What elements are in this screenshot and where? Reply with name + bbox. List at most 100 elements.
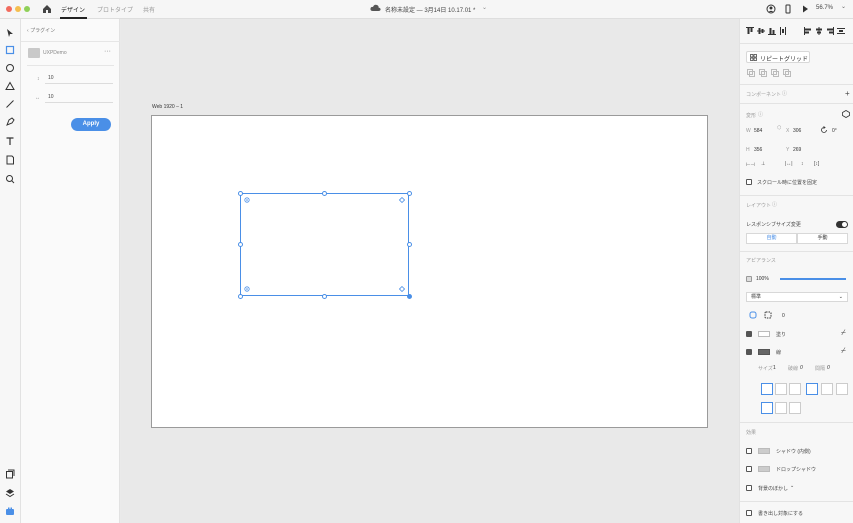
corner-radius-individual-icon[interactable] xyxy=(764,311,772,319)
line-tool-icon[interactable] xyxy=(5,99,15,109)
corner-radius-handle-icon[interactable] xyxy=(399,286,405,292)
close-window-button[interactable] xyxy=(6,6,12,12)
apply-button[interactable]: Apply xyxy=(71,118,111,131)
repeat-grid-button[interactable]: リピートグリッド xyxy=(746,51,810,63)
align-middle-icon[interactable] xyxy=(757,27,765,35)
boolean-exclude-icon[interactable] xyxy=(783,69,791,77)
pin-icon[interactable]: [↕] xyxy=(814,161,819,167)
export-target-checkbox[interactable] xyxy=(746,510,752,516)
resize-handle-top-left[interactable] xyxy=(238,191,243,196)
fixed-height-icon[interactable]: ⊥ xyxy=(761,161,765,167)
corner-radius-handle-icon[interactable] xyxy=(244,197,250,203)
artboard-tool-icon[interactable] xyxy=(5,155,15,165)
ellipse-tool-icon[interactable] xyxy=(5,63,15,73)
artboard[interactable] xyxy=(151,115,708,428)
tab-design[interactable]: デザイン xyxy=(61,5,85,14)
pen-tool-icon[interactable] xyxy=(5,117,15,127)
horizontal-spacing-input[interactable]: 10 xyxy=(45,92,113,103)
eyedropper-icon[interactable]: ⌿ xyxy=(841,346,846,356)
tab-share[interactable]: 共有 xyxy=(143,5,155,14)
join-miter-button[interactable] xyxy=(761,402,773,414)
resize-handle-bottom-left[interactable] xyxy=(238,294,243,299)
background-blur-checkbox[interactable] xyxy=(746,485,752,491)
align-top-icon[interactable] xyxy=(746,27,754,35)
rectangle-tool-icon[interactable] xyxy=(5,45,15,55)
user-icon[interactable] xyxy=(766,4,776,14)
rotate-icon[interactable] xyxy=(820,126,828,134)
chevron-down-icon[interactable]: ⌄ xyxy=(482,4,487,11)
document-title[interactable]: 名称未設定 — 3月14日 10.17.01 * xyxy=(385,5,475,14)
polygon-tool-icon[interactable] xyxy=(5,81,15,91)
maximize-window-button[interactable] xyxy=(24,6,30,12)
opacity-slider[interactable] xyxy=(780,278,846,280)
corner-radius-all-icon[interactable] xyxy=(749,311,757,319)
tab-prototype[interactable]: プロトタイプ xyxy=(97,5,133,14)
zoom-level[interactable]: 56.7% xyxy=(816,5,833,11)
flip-horizontal-icon[interactable]: |↔| xyxy=(785,161,793,167)
fixed-width-icon[interactable]: ⊢⊣ xyxy=(746,162,755,168)
x-input[interactable]: 306 xyxy=(793,128,801,134)
opacity-value[interactable]: 100% xyxy=(756,276,769,282)
drop-shadow-swatch[interactable] xyxy=(758,466,770,472)
zoom-chevron-icon[interactable]: ⌄ xyxy=(841,3,846,10)
boolean-subtract-icon[interactable] xyxy=(759,69,767,77)
fill-checkbox[interactable] xyxy=(746,331,752,337)
info-icon[interactable]: ⓘ xyxy=(772,201,777,208)
corner-radius-handle-icon[interactable] xyxy=(244,286,250,292)
vertical-spacing-input[interactable]: 10 xyxy=(45,73,113,84)
height-input[interactable]: 356 xyxy=(754,147,762,153)
text-tool-icon[interactable] xyxy=(5,136,15,146)
inner-shadow-checkbox[interactable] xyxy=(746,448,752,454)
align-right-icon[interactable] xyxy=(826,27,834,35)
distribute-horizontal-icon[interactable] xyxy=(837,27,845,35)
align-left-icon[interactable] xyxy=(804,27,812,35)
border-size-input[interactable]: 1 xyxy=(773,365,776,371)
minimize-window-button[interactable] xyxy=(15,6,21,12)
corner-radius-handle-icon[interactable] xyxy=(399,197,405,203)
plugins-back-link[interactable]: ‹ プラグイン xyxy=(27,27,55,34)
manual-resize-button[interactable]: 手動 xyxy=(797,233,848,244)
boolean-intersect-icon[interactable] xyxy=(771,69,779,77)
fill-color-swatch[interactable] xyxy=(758,331,770,337)
cap-square-button[interactable] xyxy=(836,383,848,395)
resize-handle-bottom-right[interactable] xyxy=(407,294,412,299)
plugins-icon[interactable] xyxy=(5,506,15,516)
more-options-button[interactable]: ··· xyxy=(104,48,111,55)
y-input[interactable]: 269 xyxy=(793,147,801,153)
3d-transform-icon[interactable] xyxy=(842,110,850,118)
play-icon[interactable] xyxy=(800,4,810,14)
align-center-icon[interactable] xyxy=(815,27,823,35)
drop-shadow-checkbox[interactable] xyxy=(746,466,752,472)
gap-input[interactable]: 0 xyxy=(827,365,830,371)
distribute-vertical-icon[interactable] xyxy=(779,27,787,35)
info-icon[interactable]: ⓘ xyxy=(758,111,763,118)
lock-aspect-icon[interactable]: ⬡ xyxy=(777,125,781,131)
cap-butt-button[interactable] xyxy=(806,383,818,395)
corner-radius-input[interactable]: 0 xyxy=(782,313,785,319)
width-input[interactable]: 584 xyxy=(754,128,762,134)
home-icon[interactable] xyxy=(42,4,52,14)
rotation-input[interactable]: 0° xyxy=(832,128,837,134)
stroke-outside-button[interactable] xyxy=(789,383,801,395)
chevron-down-icon[interactable]: ⌄ xyxy=(790,483,794,489)
fix-scroll-checkbox[interactable] xyxy=(746,179,752,185)
info-icon[interactable]: ⓘ xyxy=(782,90,787,97)
resize-handle-bottom[interactable] xyxy=(322,294,327,299)
border-checkbox[interactable] xyxy=(746,349,752,355)
resize-handle-top-right[interactable] xyxy=(407,191,412,196)
inner-shadow-swatch[interactable] xyxy=(758,448,770,454)
cap-round-button[interactable] xyxy=(821,383,833,395)
resize-handle-right[interactable] xyxy=(407,242,412,247)
resize-handle-left[interactable] xyxy=(238,242,243,247)
auto-resize-button[interactable]: 自動 xyxy=(746,233,797,244)
zoom-tool-icon[interactable] xyxy=(5,174,15,184)
dash-input[interactable]: 0 xyxy=(800,365,803,371)
eyedropper-icon[interactable]: ⌿ xyxy=(841,328,846,338)
layers-icon[interactable] xyxy=(5,488,15,498)
add-component-button[interactable]: + xyxy=(845,89,850,98)
join-round-button[interactable] xyxy=(775,402,787,414)
boolean-add-icon[interactable] xyxy=(747,69,755,77)
select-tool-icon[interactable] xyxy=(5,28,15,38)
blend-mode-select[interactable]: 標準 ⌄ xyxy=(746,292,848,302)
border-color-swatch[interactable] xyxy=(758,349,770,355)
